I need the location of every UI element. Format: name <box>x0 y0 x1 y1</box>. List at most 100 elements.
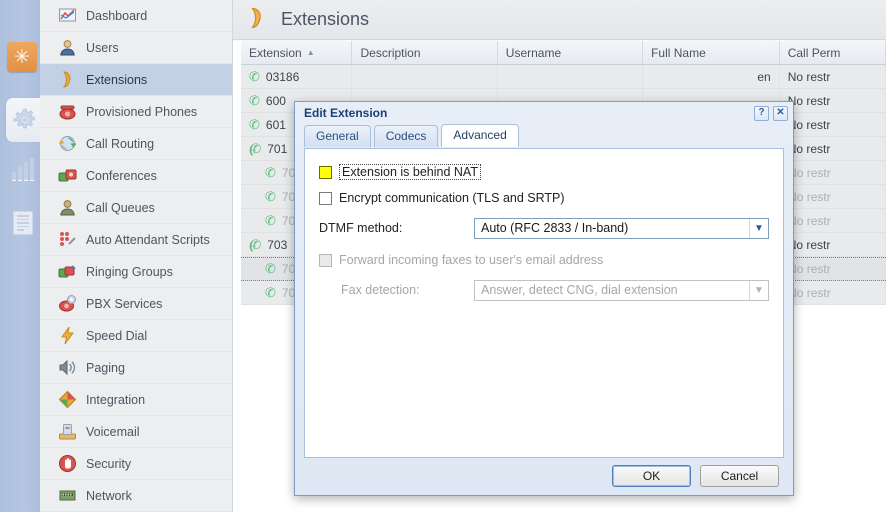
chart-icon <box>12 158 34 180</box>
cell-call-permission: No restr <box>780 258 886 280</box>
cancel-button[interactable]: Cancel <box>700 465 779 487</box>
phone-handset-icon <box>245 6 269 33</box>
nat-checkbox[interactable] <box>319 166 332 179</box>
sidebar-item-security[interactable]: Security <box>40 448 232 480</box>
tab-general[interactable]: General <box>304 125 371 147</box>
nat-checkbox-row[interactable]: Extension is behind NAT <box>319 161 769 183</box>
phone-icon: ✆ <box>249 69 260 85</box>
sidebar-item-speed-dial[interactable]: Speed Dial <box>40 320 232 352</box>
sidebar-item-conferences[interactable]: Conferences <box>40 160 232 192</box>
cell-call-permission: No restr <box>780 233 886 256</box>
close-icon[interactable]: ✕ <box>773 106 788 121</box>
cell-call-permission: No restr <box>780 137 886 160</box>
voicemail-icon <box>58 422 77 441</box>
dialog-tabs: General Codecs Advanced <box>295 124 793 147</box>
sidebar-item-label: Provisioned Phones <box>86 105 197 119</box>
sidebar-item-call-queues[interactable]: Call Queues <box>40 192 232 224</box>
sidebar-item-label: Dashboard <box>86 9 147 23</box>
fax-forward-checkbox <box>319 254 332 267</box>
sidebar-item-voicemail[interactable]: Voicemail <box>40 416 232 448</box>
user-icon <box>58 38 77 57</box>
encrypt-checkbox-row[interactable]: Encrypt communication (TLS and SRTP) <box>319 187 769 209</box>
sidebar-item-integration[interactable]: Integration <box>40 384 232 416</box>
ok-button[interactable]: OK <box>612 465 691 487</box>
sidebar-item-auto-attendant-scripts[interactable]: Auto Attendant Scripts <box>40 224 232 256</box>
dtmf-method-label: DTMF method: <box>319 221 474 235</box>
phone-handset-icon <box>58 70 77 89</box>
network-card-icon <box>58 486 77 505</box>
column-header-fullname[interactable]: Full Name <box>643 41 780 64</box>
nat-checkbox-label[interactable]: Extension is behind NAT <box>339 164 481 180</box>
fax-detection-select: Answer, detect CNG, dial extension ▼ <box>474 280 769 301</box>
sidebar-item-users[interactable]: Users <box>40 32 232 64</box>
page-header: Extensions <box>233 0 886 40</box>
sidebar-item-label: Voicemail <box>86 425 140 439</box>
sidebar-item-label: Auto Attendant Scripts <box>86 233 210 247</box>
column-header-description[interactable]: Description <box>352 41 497 64</box>
sidebar-item-paging[interactable]: Paging <box>40 352 232 384</box>
sidebar-item-label: Paging <box>86 361 125 375</box>
sidebar-item-label: Conferences <box>86 169 157 183</box>
chevron-down-icon: ▼ <box>749 281 768 300</box>
help-button[interactable]: ? <box>754 106 769 121</box>
rail-logs-button[interactable] <box>6 206 40 240</box>
cell-call-permission: No restr <box>780 113 886 136</box>
sidebar-item-ringing-groups[interactable]: Ringing Groups <box>40 256 232 288</box>
phone-icon: ✆ <box>249 117 260 133</box>
conference-phones-icon <box>58 166 77 185</box>
speaker-icon <box>58 358 77 377</box>
rail-asterisk-button[interactable]: ✳ <box>7 42 37 72</box>
sidebar-item-extensions[interactable]: Extensions <box>40 64 232 96</box>
encrypt-checkbox-label[interactable]: Encrypt communication (TLS and SRTP) <box>339 191 565 205</box>
asterisk-icon: ✳ <box>14 48 30 67</box>
pbx-gear-phone-icon <box>58 294 77 313</box>
column-header-extension[interactable]: Extension ▲ <box>241 41 352 64</box>
sidebar-item-pbx-services[interactable]: PBX Services <box>40 288 232 320</box>
phone-mobile-icon: ✆ <box>265 189 276 205</box>
edit-extension-dialog: Edit Extension ? ✕ General Codecs Advanc… <box>294 101 794 496</box>
sidebar-item-network[interactable]: Network <box>40 480 232 512</box>
cell-extension-value: 701 <box>267 142 287 156</box>
dtmf-method-select[interactable]: Auto (RFC 2833 / In-band) ▼ <box>474 218 769 239</box>
fax-detection-value: Answer, detect CNG, dial extension <box>481 283 678 297</box>
sidebar-item-dashboard[interactable]: Dashboard <box>40 0 232 32</box>
cell-extension-value: 601 <box>266 118 286 132</box>
cell-call-permission: No restr <box>780 161 886 184</box>
sidebar-item-label: Network <box>86 489 132 503</box>
advanced-tab-panel: Extension is behind NAT Encrypt communic… <box>304 148 784 458</box>
puzzle-diamond-icon <box>58 390 77 409</box>
grid-header-row: Extension ▲ Description Username Full Na… <box>241 41 886 65</box>
phone-icon: ✆ <box>265 165 276 181</box>
phone-group-icon: ✆ <box>249 237 261 253</box>
encrypt-checkbox[interactable] <box>319 192 332 205</box>
desk-phone-icon <box>58 102 77 121</box>
gear-icon <box>12 107 38 133</box>
sidebar-item-label: Extensions <box>86 73 147 87</box>
chevron-down-icon: ▼ <box>749 219 768 238</box>
column-header-username[interactable]: Username <box>498 41 643 64</box>
phone-icon: ✆ <box>265 285 276 301</box>
fax-detection-row: Fax detection: Answer, detect CNG, dial … <box>319 277 769 303</box>
dtmf-method-value: Auto (RFC 2833 / In-band) <box>481 221 628 235</box>
dashboard-icon <box>58 6 77 25</box>
icon-rail: ✳ <box>0 0 40 512</box>
fax-forward-row: Forward incoming faxes to user's email a… <box>319 249 769 271</box>
table-row[interactable]: ✆03186enNo restr <box>241 65 886 89</box>
phone-icon: ✆ <box>265 213 276 229</box>
rail-reports-button[interactable] <box>6 152 40 186</box>
cell-call-permission: No restr <box>780 89 886 112</box>
tab-codecs[interactable]: Codecs <box>374 125 439 147</box>
sidebar-nav: Dashboard Users Extensions <box>40 0 233 512</box>
application-window: ✳ Dashboar <box>0 0 886 512</box>
tab-advanced[interactable]: Advanced <box>441 124 518 147</box>
document-icon <box>13 211 33 235</box>
column-header-callperm[interactable]: Call Perm <box>780 41 886 64</box>
cell-extension-value: 703 <box>267 238 287 252</box>
sidebar-item-provisioned-phones[interactable]: Provisioned Phones <box>40 96 232 128</box>
sidebar-item-call-routing[interactable]: Call Routing <box>40 128 232 160</box>
phone-icon: ✆ <box>249 93 260 109</box>
dialog-title-bar[interactable]: Edit Extension ? ✕ <box>295 102 793 124</box>
sidebar-item-label: Users <box>86 41 119 55</box>
dtmf-method-row: DTMF method: Auto (RFC 2833 / In-band) ▼ <box>319 215 769 241</box>
dialog-footer: OK Cancel <box>295 465 793 487</box>
